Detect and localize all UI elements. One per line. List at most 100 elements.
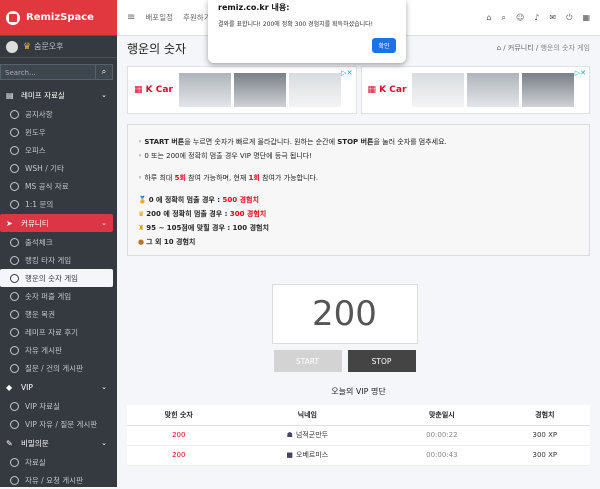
home-icon[interactable]: ⌂ [497, 44, 501, 52]
sidebar-item[interactable]: VIP 자료실 [0, 397, 117, 415]
sidebar-item-label: 윈도우 [25, 127, 46, 137]
table-header-row: 맞힌 숫자 닉네임 맞춘일시 경험치 [127, 405, 590, 426]
nav-link-schedule[interactable]: 배포일정 [145, 12, 173, 23]
sidebar-item[interactable]: 행운의 숫자 게임 [0, 269, 113, 287]
user-icon[interactable]: ☺ [516, 13, 524, 23]
sidebar-group-label: 비밀의문 [21, 438, 49, 448]
time-cell: 00:00:22 [384, 425, 500, 446]
adchoices-icon[interactable]: ▷✕ [341, 69, 352, 77]
breadcrumb-current: 행운의 숫자 게임 [540, 44, 590, 52]
column-header: 맞힌 숫자 [127, 405, 231, 426]
sidebar-item[interactable]: 행운 복권 [0, 305, 117, 323]
column-header: 닉네임 [230, 405, 385, 426]
time-cell: 00:00:43 [384, 445, 500, 466]
sidebar-item[interactable]: 숫자 퍼즐 게임 [0, 287, 117, 305]
bell-icon[interactable]: ♪ [534, 13, 539, 23]
sidebar-group-label: VIP [21, 382, 33, 392]
grid-icon[interactable]: ▦ [582, 13, 590, 23]
paper-plane-icon: ➤ [6, 218, 13, 228]
hamburger-menu-icon[interactable]: ≡ [127, 12, 135, 23]
chevron-left-icon: ⌄ [101, 439, 107, 447]
kcar-logo-icon: ▦ [367, 85, 377, 95]
circle-icon [10, 457, 19, 467]
gold-medal-icon: 🏅 [138, 196, 147, 204]
sidebar-item-label: VIP 자료실 [25, 401, 60, 411]
mail-icon[interactable]: ✉ [549, 13, 556, 23]
circle-icon [10, 273, 19, 283]
vip-list-title: 오늘의 VIP 명단 [331, 387, 386, 396]
ad-brand: ▦ K Car [134, 85, 173, 95]
power-icon[interactable]: ⏻ [566, 13, 572, 23]
main-content: 행운의 숫자 ⌂ / 커뮤니티 / 행운의 숫자 게임 ▦ K Car ▷✕ ▦… [117, 36, 600, 487]
circle-icon [10, 345, 19, 355]
ad-banner[interactable]: ▦ K Car ▷✕ [360, 66, 590, 114]
windows-logo-icon [6, 10, 20, 25]
search-icon[interactable]: ⌕ [501, 13, 505, 23]
sidebar-item-label: 자료실 [25, 457, 46, 467]
car-image [412, 73, 465, 107]
nickname-cell[interactable]: ■ 오베르미스 [230, 445, 385, 466]
sidebar-item[interactable]: 레미프 자료 후기 [0, 323, 117, 341]
score-cell: 200 [127, 445, 231, 466]
avatar [6, 40, 18, 53]
sidebar-item[interactable]: 윈도우 [0, 123, 117, 141]
circle-icon [10, 309, 19, 319]
xp-cell: 300 XP [499, 445, 590, 466]
sidebar-item-label: 출석체크 [25, 237, 53, 247]
number-display: 200 [271, 284, 418, 344]
crown-icon: ♛ [138, 210, 145, 218]
nav-link-donate[interactable]: 후원하기 [183, 12, 211, 23]
sidebar-item[interactable]: 오피스 [0, 141, 117, 159]
start-button[interactable]: START [273, 350, 342, 372]
user-panel[interactable]: ♛ 숨문오후 [0, 36, 117, 58]
kcar-logo-icon: ▦ [134, 85, 143, 95]
search-input[interactable]: Search... [0, 64, 95, 80]
sidebar-item[interactable]: 1:1 문의 [0, 195, 117, 213]
car-image [467, 73, 520, 107]
sidebar-item[interactable]: 자유 / 요청 게시판 [0, 471, 117, 489]
sidebar-group-label: 커뮤니티 [21, 218, 49, 228]
sidebar-item-label: 자유 / 요청 게시판 [25, 475, 83, 485]
sidebar-group-2[interactable]: ◆ VIP ⌄ [0, 378, 113, 396]
search-button[interactable]: ⌕ [95, 64, 113, 80]
topbar-icons: ⌂ ⌕ ☺ ♪ ✉ ⏻ ▦ [486, 13, 590, 23]
sidebar-item[interactable]: 랭킹 타자 게임 [0, 251, 117, 269]
page-title: 행운의 숫자 [127, 41, 187, 56]
sidebar-item[interactable]: MS 공식 자료 [0, 177, 117, 195]
sidebar-item[interactable]: 출석체크 [0, 233, 117, 251]
dialog-message: 결와를 표합니다! 200에 정확 300 경험치를 획득하셨습니다! [218, 21, 374, 28]
sidebar-group-3[interactable]: ✎ 비밀의문 ⌄ [0, 434, 113, 452]
nickname-cell[interactable]: ☗ 넘적군만두 [230, 425, 385, 446]
sidebar-item-label: 숫자 퍼즐 게임 [25, 291, 72, 301]
circle-icon [10, 419, 19, 429]
ad-banner-row: ▦ K Car ▷✕ ▦ K Car ▷✕ [127, 66, 590, 114]
sidebar-item[interactable]: 자유 게시판 [0, 341, 117, 359]
sidebar-item[interactable]: VIP 자유 / 질문 게시판 [0, 415, 117, 433]
ok-button[interactable]: 확인 [372, 38, 396, 53]
car-image [522, 73, 575, 107]
sidebar-item[interactable]: 자료실 [0, 453, 117, 471]
diamond-icon: ◆ [6, 382, 13, 392]
sidebar-item[interactable]: 공지사항 [0, 105, 117, 123]
game-controls: START STOP [113, 350, 576, 372]
brand-logo[interactable]: RemizSpace [0, 0, 117, 36]
breadcrumb-community[interactable]: 커뮤니티 [508, 44, 534, 52]
breadcrumb: ⌂ / 커뮤니티 / 행운의 숫자 게임 [496, 44, 590, 52]
sidebar-item-label: 자유 게시판 [25, 345, 62, 355]
trophy-icon: ♜ [138, 224, 145, 232]
sidebar-group-1[interactable]: ➤ 커뮤니티 ⌄ [0, 214, 113, 232]
stop-button[interactable]: STOP [347, 350, 416, 372]
rule-line: ◦ START 버튼을 누르면 숫자가 빠르게 올라갑니다. 원하는 순간에 S… [138, 138, 447, 146]
sidebar-item-label: 행운 복권 [25, 309, 55, 319]
sidebar-group-0[interactable]: ▤ 레미프 자료실 ⌄ [0, 86, 113, 104]
sidebar: RemizSpace ♛ 숨문오후 Search... ⌕ ▤ 레미프 자료실 ⌄ 공… [0, 0, 117, 487]
sidebar-item[interactable]: 질문 / 건의 게시판 [0, 359, 117, 377]
sidebar-item-label: MS 공식 자료 [25, 181, 69, 191]
circle-icon [10, 109, 19, 119]
home-icon[interactable]: ⌂ [486, 13, 491, 23]
ad-banner[interactable]: ▦ K Car ▷✕ [127, 66, 357, 114]
circle-icon [10, 181, 19, 191]
sidebar-item[interactable]: WSH / 기타 [0, 159, 117, 177]
adchoices-icon[interactable]: ▷✕ [575, 69, 586, 77]
reward-line: ♜ 95 ~ 105점에 맞힐 경우 : 100 경험치 [138, 224, 269, 232]
